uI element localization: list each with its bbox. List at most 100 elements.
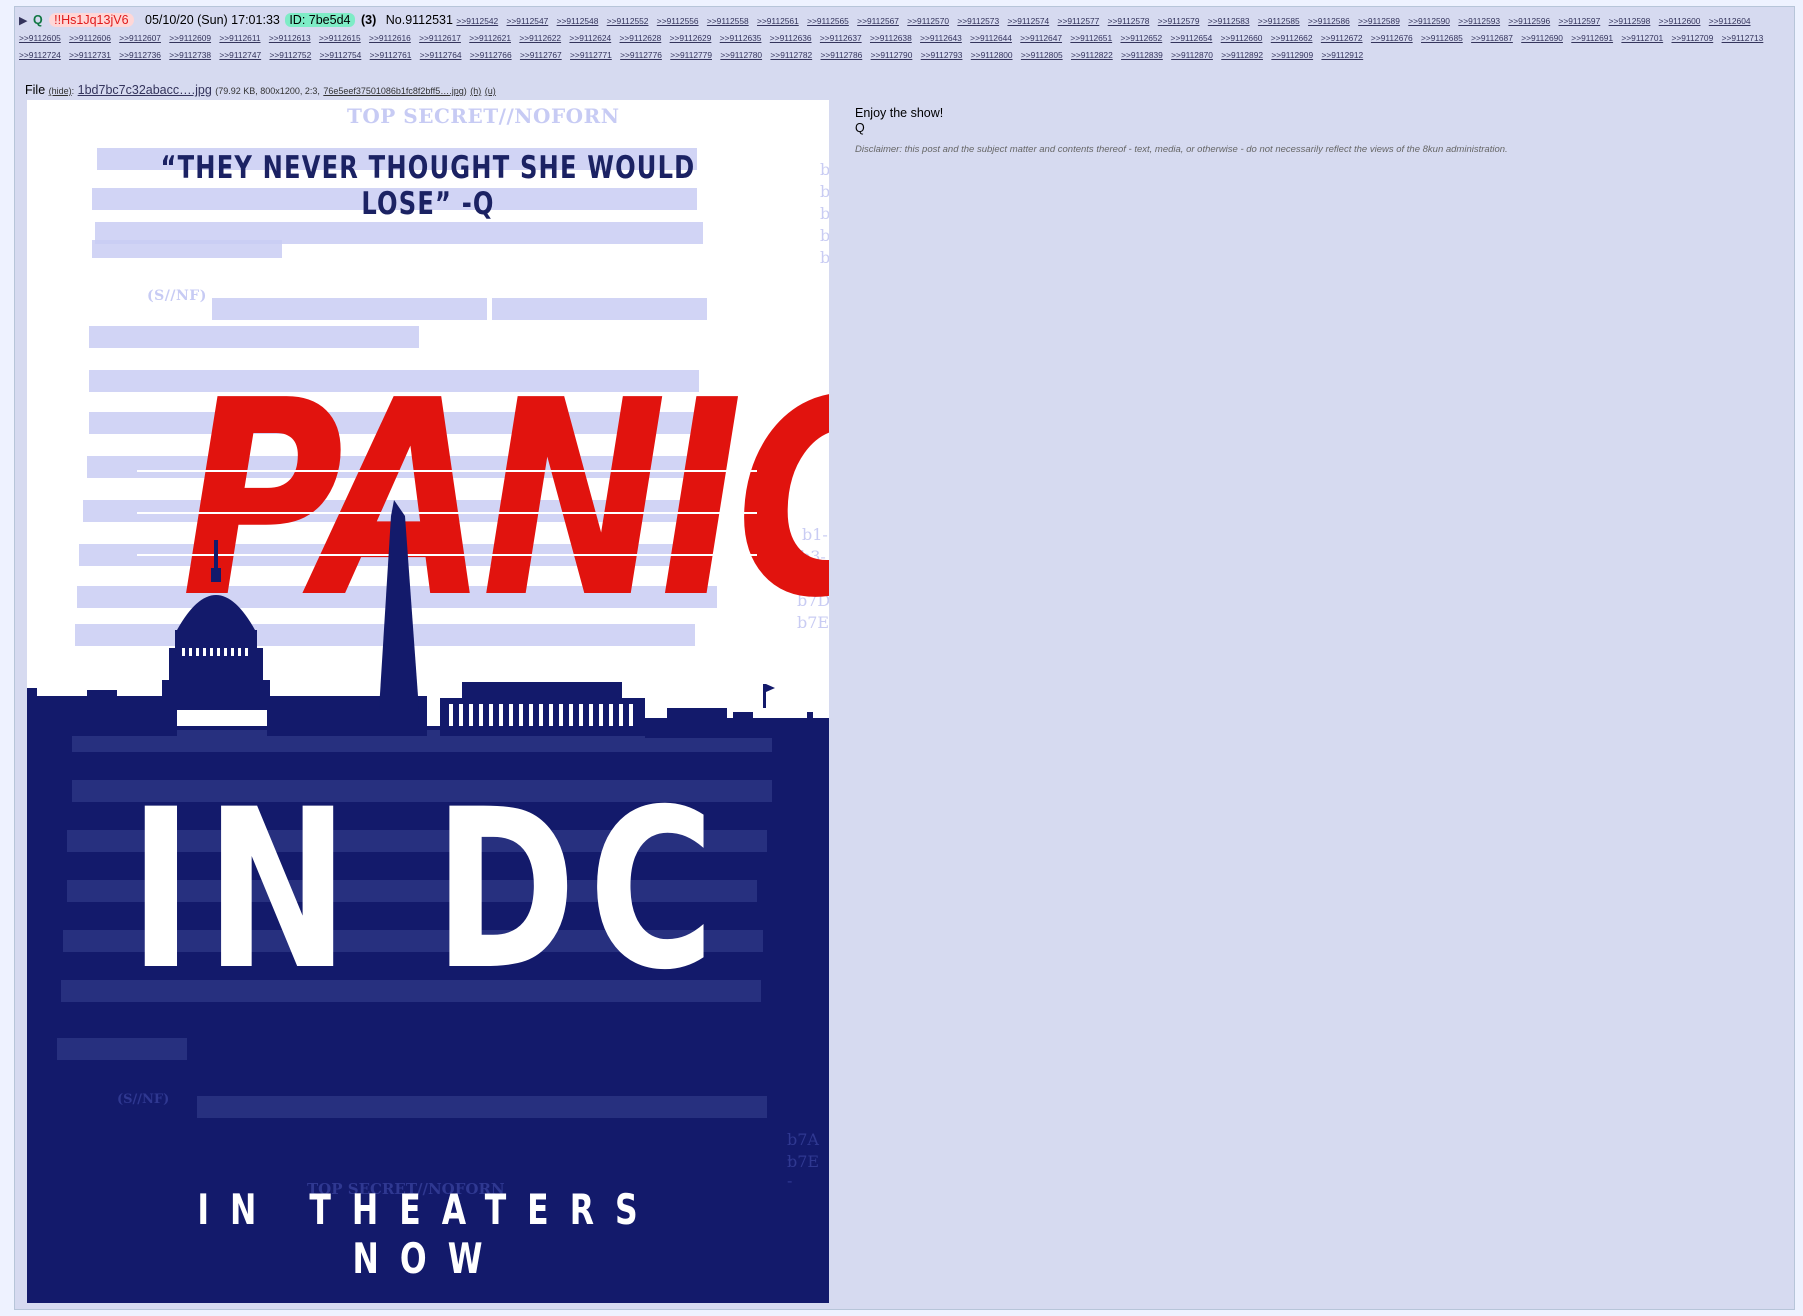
backlink[interactable]: >>9112731 xyxy=(69,50,111,60)
file-original-name-link[interactable]: 76e5eef37501086b1fc8f2bff5….jpg xyxy=(323,86,463,96)
backlink[interactable]: >>9112615 xyxy=(319,33,361,43)
file-meta: (79.92 KB, 800x1200, 2:3, xyxy=(215,86,320,96)
backlink[interactable]: >>9112892 xyxy=(1221,50,1263,60)
backlink[interactable]: >>9112547 xyxy=(507,16,549,26)
backlink[interactable]: >>9112604 xyxy=(1709,16,1751,26)
backlink[interactable]: >>9112597 xyxy=(1558,16,1600,26)
post-header: ▶ Q !!Hs1Jq13jV6 05/10/20 (Sun) 17:01:33… xyxy=(19,12,1789,63)
backlink[interactable]: >>9112629 xyxy=(670,33,712,43)
backlink[interactable]: >>9112583 xyxy=(1208,16,1250,26)
backlink[interactable]: >>9112585 xyxy=(1258,16,1300,26)
backlink[interactable]: >>9112638 xyxy=(870,33,912,43)
backlink[interactable]: >>9112654 xyxy=(1171,33,1213,43)
file-u-link[interactable]: (u) xyxy=(485,86,496,96)
backlink[interactable]: >>9112611 xyxy=(219,33,260,43)
backlink[interactable]: >>9112598 xyxy=(1609,16,1651,26)
backlink[interactable]: >>9112736 xyxy=(119,50,161,60)
backlink[interactable]: >>9112771 xyxy=(570,50,612,60)
backlink[interactable]: >>9112701 xyxy=(1621,33,1663,43)
backlink[interactable]: >>9112593 xyxy=(1458,16,1500,26)
backlink[interactable]: >>9112779 xyxy=(670,50,712,60)
backlink[interactable]: >>9112574 xyxy=(1007,16,1049,26)
post-image[interactable]: TOP SECRET//NOFORN (S//NF) b b b b b b1-… xyxy=(27,100,829,1303)
backlink[interactable]: >>9112709 xyxy=(1671,33,1713,43)
backlink[interactable]: >>9112766 xyxy=(470,50,512,60)
backlink[interactable]: >>9112793 xyxy=(921,50,963,60)
backlink[interactable]: >>9112822 xyxy=(1071,50,1113,60)
post-number[interactable]: No.9112531 xyxy=(386,13,453,27)
backlink[interactable]: >>9112624 xyxy=(569,33,611,43)
backlink[interactable]: >>9112676 xyxy=(1371,33,1413,43)
backlink[interactable]: >>9112764 xyxy=(420,50,462,60)
backlink[interactable]: >>9112691 xyxy=(1571,33,1613,43)
backlink[interactable]: >>9112643 xyxy=(920,33,962,43)
backlink[interactable]: >>9112636 xyxy=(770,33,812,43)
backlink[interactable]: >>9112637 xyxy=(820,33,862,43)
backlink[interactable]: >>9112672 xyxy=(1321,33,1363,43)
file-name-link[interactable]: 1bd7bc7c32abacc….jpg xyxy=(78,83,212,97)
backlink[interactable]: >>9112635 xyxy=(720,33,762,43)
backlink[interactable]: >>9112870 xyxy=(1171,50,1213,60)
backlink[interactable]: >>9112605 xyxy=(19,33,61,43)
file-h-link[interactable]: (h) xyxy=(470,86,481,96)
poster-id[interactable]: ID: 7be5d4 xyxy=(285,13,355,27)
backlink[interactable]: >>9112776 xyxy=(620,50,662,60)
backlink[interactable]: >>9112573 xyxy=(957,16,999,26)
backlink[interactable]: >>9112565 xyxy=(807,16,849,26)
backlink[interactable]: >>9112912 xyxy=(1321,50,1363,60)
post-menu-arrow-icon[interactable]: ▶ xyxy=(19,15,27,27)
backlink[interactable]: >>9112805 xyxy=(1021,50,1063,60)
backlink[interactable]: >>9112590 xyxy=(1408,16,1450,26)
backlink[interactable]: >>9112761 xyxy=(370,50,412,60)
backlink[interactable]: >>9112606 xyxy=(69,33,111,43)
backlink[interactable]: >>9112609 xyxy=(169,33,211,43)
backlink[interactable]: >>9112839 xyxy=(1121,50,1163,60)
file-label: File xyxy=(25,83,46,97)
backlink[interactable]: >>9112660 xyxy=(1221,33,1263,43)
backlink[interactable]: >>9112651 xyxy=(1070,33,1112,43)
backlink[interactable]: >>9112647 xyxy=(1020,33,1062,43)
backlink[interactable]: >>9112552 xyxy=(607,16,649,26)
backlink[interactable]: >>9112589 xyxy=(1358,16,1400,26)
backlink[interactable]: >>9112570 xyxy=(907,16,949,26)
backlink[interactable]: >>9112548 xyxy=(557,16,599,26)
backlink[interactable]: >>9112800 xyxy=(971,50,1013,60)
backlink[interactable]: >>9112644 xyxy=(970,33,1012,43)
backlink[interactable]: >>9112786 xyxy=(821,50,863,60)
backlink[interactable]: >>9112622 xyxy=(519,33,561,43)
backlink[interactable]: >>9112596 xyxy=(1508,16,1550,26)
backlink[interactable]: >>9112780 xyxy=(720,50,762,60)
backlink[interactable]: >>9112687 xyxy=(1471,33,1513,43)
hide-file-link[interactable]: (hide) xyxy=(49,86,72,96)
backlink[interactable]: >>9112586 xyxy=(1308,16,1350,26)
backlink[interactable]: >>9112577 xyxy=(1058,16,1100,26)
backlink[interactable]: >>9112613 xyxy=(269,33,311,43)
backlink[interactable]: >>9112558 xyxy=(707,16,749,26)
backlink[interactable]: >>9112662 xyxy=(1271,33,1313,43)
backlink[interactable]: >>9112561 xyxy=(757,16,799,26)
backlink[interactable]: >>9112579 xyxy=(1158,16,1200,26)
backlink[interactable]: >>9112621 xyxy=(469,33,511,43)
backlink[interactable]: >>9112782 xyxy=(770,50,812,60)
backlink[interactable]: >>9112542 xyxy=(456,16,498,26)
backlink[interactable]: >>9112685 xyxy=(1421,33,1463,43)
backlink[interactable]: >>9112909 xyxy=(1271,50,1313,60)
backlink[interactable]: >>9112616 xyxy=(369,33,411,43)
backlink[interactable]: >>9112567 xyxy=(857,16,899,26)
backlink[interactable]: >>9112724 xyxy=(19,50,61,60)
backlink[interactable]: >>9112600 xyxy=(1659,16,1701,26)
backlink[interactable]: >>9112754 xyxy=(320,50,362,60)
backlink[interactable]: >>9112752 xyxy=(269,50,311,60)
backlink[interactable]: >>9112747 xyxy=(219,50,261,60)
backlink[interactable]: >>9112738 xyxy=(169,50,211,60)
backlink[interactable]: >>9112578 xyxy=(1108,16,1150,26)
backlink[interactable]: >>9112556 xyxy=(657,16,699,26)
backlink[interactable]: >>9112790 xyxy=(871,50,913,60)
backlink[interactable]: >>9112617 xyxy=(419,33,461,43)
backlink[interactable]: >>9112652 xyxy=(1120,33,1162,43)
backlink[interactable]: >>9112690 xyxy=(1521,33,1563,43)
backlink[interactable]: >>9112628 xyxy=(620,33,662,43)
backlink[interactable]: >>9112713 xyxy=(1722,33,1764,43)
backlink[interactable]: >>9112607 xyxy=(119,33,161,43)
backlink[interactable]: >>9112767 xyxy=(520,50,562,60)
